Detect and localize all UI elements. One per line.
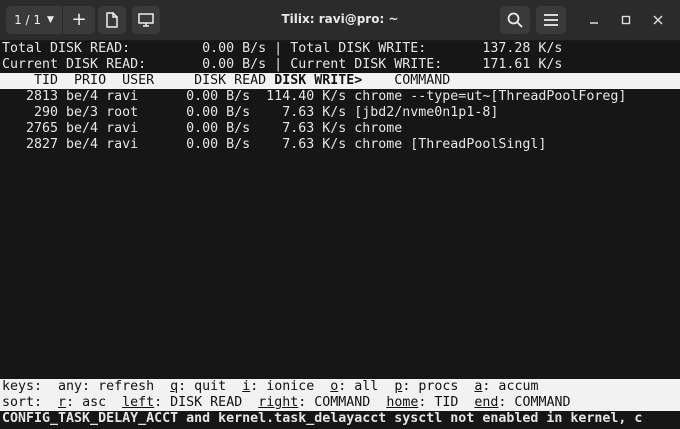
key-i: i [242,379,251,394]
header-columns: TID PRIO USER DISK READ [2,73,275,88]
maximize-icon [621,15,631,25]
table-row: 2765 be/4 ravi 0.00 B/s 7.63 K/s chrome [2,121,403,136]
keys-text: : accum [482,379,539,394]
title-bar: 1 / 1 ▼ + Tilix: ravi@pro: ~ [0,0,680,41]
table-row: 290 be/3 root 0.00 B/s 7.63 K/s [jbd2/nv… [2,105,499,120]
sync-input-button[interactable] [132,6,160,34]
sort-text: : COMMAND [298,395,387,410]
sort-text: sort: [2,395,59,410]
current-disk-io: Current DISK READ: 0.00 B/s | Current DI… [2,57,563,72]
session-switcher[interactable]: 1 / 1 ▼ + [6,6,95,34]
keys-help-bar: keys: any: refresh q: quit i: ionice o: … [0,379,680,395]
keys-text: : quit [178,379,243,394]
minimize-button[interactable] [584,10,604,30]
search-icon [507,12,523,28]
chevron-down-icon: ▼ [47,15,54,25]
sorted-column-header: DISK WRITE> [274,73,363,88]
status-message: CONFIG_TASK_DELAY_ACCT and kernel.task_d… [2,411,643,426]
key-q: q [170,379,179,394]
key-end: end [474,395,499,410]
session-menu-button[interactable]: 1 / 1 ▼ [6,6,62,34]
column-header: TID PRIO USER DISK READ DISK WRITE> COMM… [0,73,680,89]
session-label: 1 / 1 [14,13,42,27]
add-terminal-button[interactable]: + [62,6,95,34]
sort-text: : TID [418,395,475,410]
search-button[interactable] [500,6,530,34]
total-disk-io: Total DISK READ: 0.00 B/s | Total DISK W… [2,41,563,56]
key-home: home [386,395,419,410]
add-session-icon [106,12,118,28]
minimize-icon [590,22,598,24]
keys-text: : ionice [250,379,331,394]
close-button[interactable] [648,10,668,30]
sort-help-bar: sort: r: asc left: DISK READ right: COMM… [0,395,680,411]
key-left: left [122,395,155,410]
plus-icon: + [71,9,87,30]
maximize-button[interactable] [616,10,636,30]
table-row: 2813 be/4 ravi 0.00 B/s 114.40 K/s chrom… [2,89,627,104]
close-icon [653,15,663,25]
keys-text: : all [338,379,395,394]
hamburger-icon [544,14,558,26]
broadcast-icon [138,13,154,27]
sort-text: : COMMAND [498,395,571,410]
new-session-button[interactable] [98,6,126,34]
header-command: COMMAND [362,73,451,88]
keys-text: : procs [402,379,475,394]
table-row: 2827 be/4 ravi 0.00 B/s 7.63 K/s chrome … [2,137,547,152]
key-r: r [58,395,67,410]
sort-text: : asc [66,395,123,410]
menu-button[interactable] [536,6,566,34]
key-right: right [258,395,299,410]
keys-text: keys: any: refresh [2,379,171,394]
terminal-view[interactable]: Total DISK READ: 0.00 B/s | Total DISK W… [0,41,680,429]
sort-text: : DISK READ [154,395,259,410]
